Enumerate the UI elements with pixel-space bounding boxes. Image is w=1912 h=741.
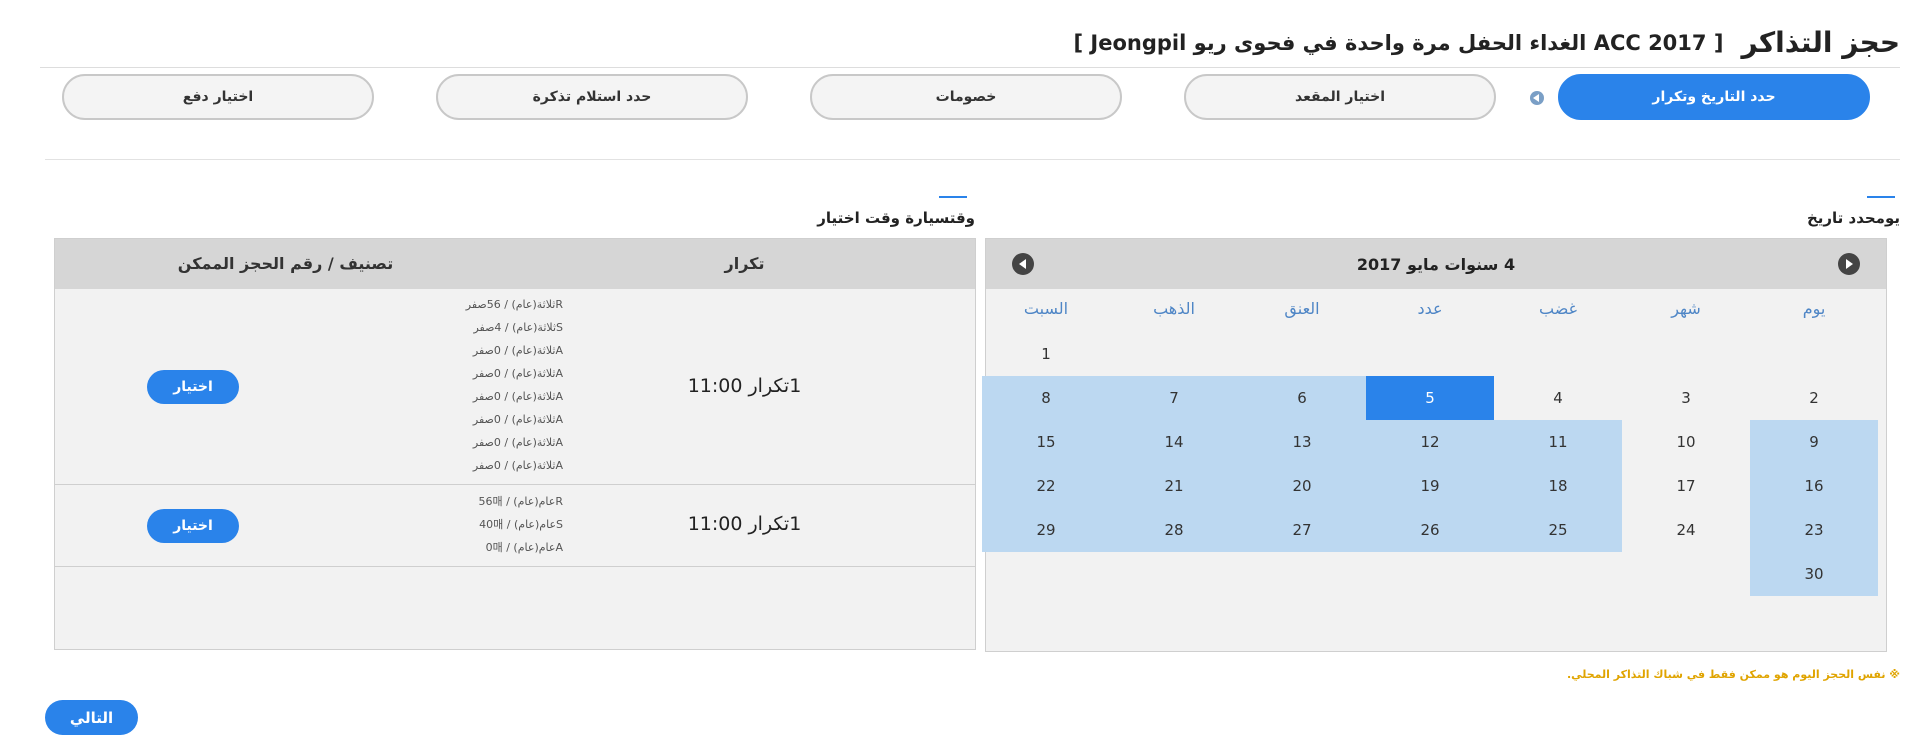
next-button[interactable]: التالي (45, 700, 138, 735)
divider (45, 159, 1900, 160)
calendar-day[interactable]: 27 (1238, 508, 1366, 552)
calendar-day: 24 (1676, 521, 1696, 539)
next-month-icon[interactable] (1838, 253, 1860, 275)
section-marker (939, 196, 967, 198)
calendar-day[interactable]: 16 (1750, 464, 1878, 508)
calendar-day: 10 (1676, 433, 1696, 451)
time-table: تكرار تصنيف / رقم الحجز الممكن 1تكرار 11… (54, 238, 976, 650)
round-time: 1تكرار 11:00 (687, 513, 802, 535)
calendar-day[interactable]: 23 (1750, 508, 1878, 552)
prev-month-icon[interactable] (1012, 253, 1034, 275)
notice-text: ※ نفس الحجز اليوم هو ممكن فقط في شباك ال… (1566, 668, 1900, 681)
calendar-day[interactable]: 22 (982, 464, 1110, 508)
weekday-header: يوم (1802, 299, 1826, 318)
date-section-label: يومحدد تاريخ (1806, 209, 1900, 227)
round-time: 1تكرار 11:00 (687, 375, 802, 397)
step-discounts[interactable]: خصومات (810, 74, 1122, 120)
booking-steps: حدد التاريخ وتكرار اختيار المقعد خصومات … (62, 74, 1870, 122)
table-row: 1تكرار 11:00 Rعام(عام) / 56매 Sعام(عام) /… (55, 485, 975, 567)
seat-line: Aثلاثة(عام) / 0صفر (472, 344, 563, 357)
weekday-header: السبت (1023, 299, 1069, 318)
calendar-day[interactable]: 11 (1494, 420, 1622, 464)
weekday-header: الذهب (1153, 299, 1195, 318)
calendar-day[interactable]: 12 (1366, 420, 1494, 464)
calendar-day[interactable]: 18 (1494, 464, 1622, 508)
calendar-day[interactable]: 14 (1110, 420, 1238, 464)
calendar-day[interactable]: 21 (1110, 464, 1238, 508)
time-section-label: وقتسيارة وقت اختيار (817, 209, 975, 227)
step-ticket-pickup[interactable]: حدد استلام تذكرة (436, 74, 748, 120)
calendar-day[interactable]: 9 (1750, 420, 1878, 464)
calendar-day: 3 (1681, 389, 1691, 407)
weekday-header: عدد (1417, 299, 1443, 318)
step-payment[interactable]: اختيار دفع (62, 74, 374, 120)
calendar-day[interactable]: 25 (1494, 508, 1622, 552)
calendar-day[interactable]: 26 (1366, 508, 1494, 552)
seat-availability: Rعام(عام) / 56매 Sعام(عام) / 40매 Aعام(عام… (363, 490, 563, 559)
seat-line: Aثلاثة(عام) / 0صفر (472, 459, 563, 472)
time-table-header: تكرار تصنيف / رقم الحجز الممكن (55, 239, 975, 289)
select-time-button[interactable]: اختيار (147, 509, 239, 543)
seat-line: Aثلاثة(عام) / 0صفر (472, 436, 563, 449)
calendar-day: 2 (1809, 389, 1819, 407)
page-header: حجز التذاكر [ ACC 2017 الغداء الحفل مرة … (40, 18, 1900, 68)
seat-availability: Rثلاثة(عام) / 56صفر Sثلاثة(عام) / 4صفر A… (363, 293, 563, 477)
section-marker (1867, 196, 1895, 198)
calendar-header: 4 سنوات مايو 2017 (986, 239, 1886, 289)
select-time-button[interactable]: اختيار (147, 370, 239, 404)
weekday-header: شهر (1671, 299, 1701, 318)
weekday-header: العنق (1284, 299, 1320, 318)
seat-line: Sعام(عام) / 40매 (479, 518, 563, 531)
step-select-date[interactable]: حدد التاريخ وتكرار (1558, 74, 1870, 120)
seat-line: Aعام(عام) / 0매 (485, 541, 563, 554)
col-round-header: تكرار (724, 254, 765, 273)
calendar-day[interactable]: 29 (982, 508, 1110, 552)
calendar-day: 1 (1041, 345, 1051, 363)
calendar-day[interactable]: 6 (1238, 376, 1366, 420)
calendar-day: 17 (1676, 477, 1696, 495)
calendar-day[interactable]: 7 (1110, 376, 1238, 420)
calendar-day[interactable]: 13 (1238, 420, 1366, 464)
seat-line: Rعام(عام) / 56매 (478, 495, 563, 508)
col-seats-header: تصنيف / رقم الحجز الممكن (177, 254, 394, 273)
weekday-header: غضب (1539, 299, 1577, 318)
calendar-day[interactable]: 20 (1238, 464, 1366, 508)
calendar-day[interactable]: 28 (1110, 508, 1238, 552)
seat-line: Aثلاثة(عام) / 0صفر (472, 367, 563, 380)
step-arrow-icon (1530, 91, 1544, 105)
calendar-month-title: 4 سنوات مايو 2017 (1356, 254, 1516, 274)
calendar-day[interactable]: 8 (982, 376, 1110, 420)
calendar-day[interactable]: 19 (1366, 464, 1494, 508)
calendar: 4 سنوات مايو 2017 يوم شهر غضب عدد العنق الذهب… (982, 238, 1887, 652)
seat-line: Sثلاثة(عام) / 4صفر (473, 321, 563, 334)
seat-line: Aثلاثة(عام) / 0صفر (472, 390, 563, 403)
page-title: حجز التذاكر (1741, 26, 1900, 59)
step-select-seat[interactable]: اختيار المقعد (1184, 74, 1496, 120)
seat-line: Aثلاثة(عام) / 0صفر (472, 413, 563, 426)
seat-line: Rثلاثة(عام) / 56صفر (465, 298, 563, 311)
calendar-day[interactable]: 5 (1366, 376, 1494, 420)
calendar-day[interactable]: 30 (1750, 552, 1878, 596)
calendar-day[interactable]: 15 (982, 420, 1110, 464)
event-title: [ ACC 2017 الغداء الحفل مرة واحدة في فحو… (1073, 30, 1724, 55)
table-row: 1تكرار 11:00 Rثلاثة(عام) / 56صفر Sثلاثة(… (55, 289, 975, 485)
calendar-day: 4 (1553, 389, 1563, 407)
